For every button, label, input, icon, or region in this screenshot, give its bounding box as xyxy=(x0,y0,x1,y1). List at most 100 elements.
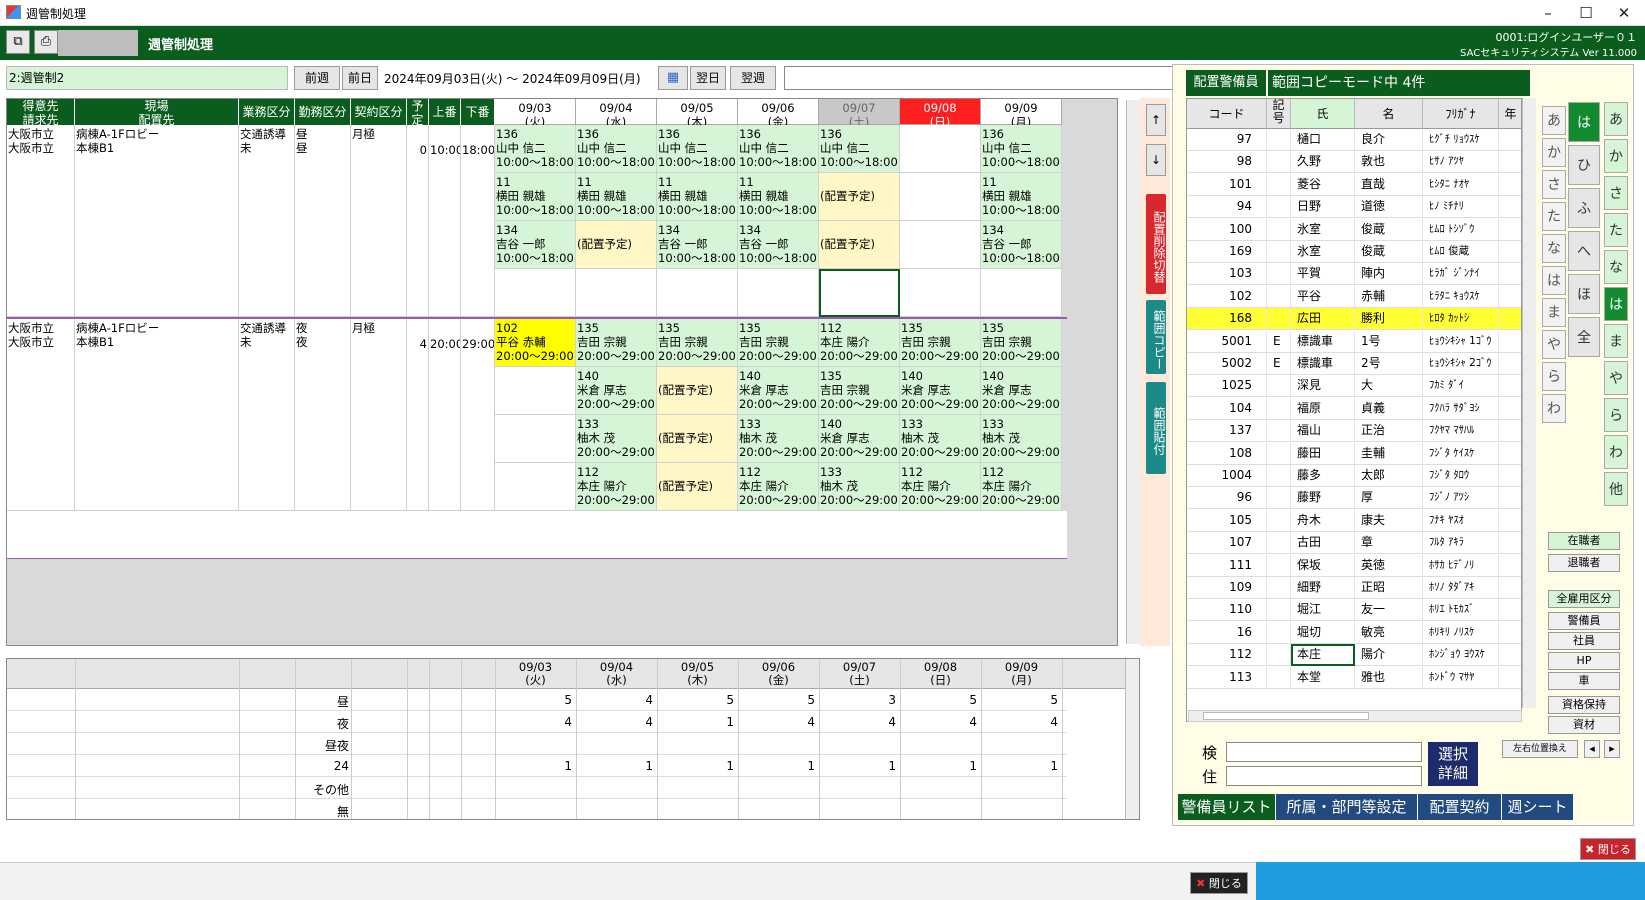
shift-cell[interactable] xyxy=(900,173,981,221)
shift-cell[interactable] xyxy=(819,269,900,317)
summary-scrollbar[interactable] xyxy=(1125,659,1139,819)
next-week-button[interactable]: 翌週 xyxy=(730,66,776,90)
kana-kana-right-0[interactable]: あ xyxy=(1604,102,1628,136)
shift-cell[interactable] xyxy=(900,125,981,173)
swap-position-button[interactable]: 左右位置換え xyxy=(1502,740,1578,758)
kana-kana-right-2[interactable]: さ xyxy=(1604,176,1628,210)
staff-row[interactable]: 137 福山 正治 ﾌｸﾔﾏ ﾏｻﾊﾙ xyxy=(1187,420,1521,443)
shift-cell[interactable] xyxy=(981,269,1062,317)
maximize-button[interactable]: ☐ xyxy=(1566,2,1606,24)
kana-kana-right-6[interactable]: ま xyxy=(1604,324,1628,358)
next-day-button[interactable]: 翌日 xyxy=(690,66,726,90)
footer-close-button[interactable]: ✖ 閉じる xyxy=(1190,872,1248,894)
staff-row[interactable]: 1025 深見大ﾌｶﾐ ﾀﾞｲ xyxy=(1187,375,1521,398)
staff-scrollbar[interactable] xyxy=(1522,98,1536,708)
staff-row[interactable]: 107 古田章ﾌﾙﾀ ｱｷﾗ xyxy=(1187,532,1521,555)
kana-kana-mid-1[interactable]: ひ xyxy=(1568,145,1600,185)
staff-row[interactable]: 5002 E 標識車 2号 ﾋｮｳｼｷｼｬ 2ｺﾞｳ xyxy=(1187,353,1521,375)
tab-affiliation-settings[interactable]: 所属・部門等設定 xyxy=(1276,794,1418,820)
shift-cell[interactable]: 136 山中 信二 10:00～18:00 xyxy=(819,125,900,173)
range-paste-button[interactable]: 範囲貼付 xyxy=(1146,382,1166,474)
shift-cell[interactable]: (配置予定) xyxy=(819,221,900,269)
staff-row[interactable]: 16 堀切 敏亮 ﾎﾘｷﾘ ﾉﾘｽｹ xyxy=(1187,621,1521,644)
staff-row[interactable]: 101 菱谷 直哉 ﾋｼﾀﾆ ﾅｵﾔ xyxy=(1187,173,1521,196)
shift-cell[interactable]: 11 横田 親雄 10:00～18:00 xyxy=(576,173,657,221)
shift-cell[interactable] xyxy=(495,367,576,415)
shift-cell[interactable]: 135 吉田 宗親 20:00～29:00 xyxy=(576,319,657,367)
select-detail-button[interactable]: 選択 詳細 xyxy=(1428,742,1478,786)
shift-cell[interactable]: 133 柚木 茂 20:00～29:00 xyxy=(819,463,900,511)
staff-row[interactable]: 110 堀江 友一 ﾎﾘｴ ﾄﾓｶｽﾞ xyxy=(1187,599,1521,622)
kana-kana-right-5[interactable]: は xyxy=(1604,287,1628,321)
shift-cell[interactable]: 140 米倉 厚志 20:00～29:00 xyxy=(981,367,1062,415)
kana-kana-small-3[interactable]: た xyxy=(1542,202,1566,231)
kana-kana-small-9[interactable]: わ xyxy=(1542,394,1566,423)
staff-row[interactable]: 96 藤野厚ﾌｼﾞﾉ ｱﾂｼ xyxy=(1187,487,1521,510)
shift-cell[interactable]: 136 山中 信二 10:00～18:00 xyxy=(495,125,576,173)
staff-row[interactable]: 102 平谷 赤輔 ﾋﾗﾀﾆ ｷｮｳｽｹ xyxy=(1187,285,1521,308)
retired-staff-button[interactable]: 退職者 xyxy=(1548,554,1620,572)
shift-cell[interactable]: 11 横田 親雄 10:00～18:00 xyxy=(981,173,1062,221)
staff-col-header[interactable]: 記 号 xyxy=(1267,99,1291,129)
shift-cell[interactable]: 134 吉谷 一郎 10:00～18:00 xyxy=(738,221,819,269)
shift-cell[interactable]: 140 米倉 厚志 20:00～29:00 xyxy=(819,415,900,463)
staff-row[interactable]: 100 氷室 俊蔵 ﾋﾑﾛ ﾄｼｿﾞｳ xyxy=(1187,218,1521,241)
shift-cell[interactable] xyxy=(495,269,576,317)
kana-kana-small-2[interactable]: さ xyxy=(1542,170,1566,199)
kana-kana-small-8[interactable]: ら xyxy=(1542,362,1566,391)
shift-cell[interactable]: (配置予定) xyxy=(576,221,657,269)
close-window-button[interactable]: ✕ xyxy=(1604,2,1644,24)
staff-row[interactable]: 112 本庄 陽介 ﾎﾝｼﾞｮｳ ﾖｳｽｹ xyxy=(1187,644,1521,667)
shift-cell[interactable]: 133 柚木 茂 20:00～29:00 xyxy=(981,415,1062,463)
staff-row[interactable]: 108 藤田 圭輔 ﾌｼﾞﾀ ｹｲｽｹ xyxy=(1187,442,1521,465)
active-staff-button[interactable]: 在職者 xyxy=(1548,532,1620,550)
shift-cell[interactable]: (配置予定) xyxy=(657,415,738,463)
all-employment-button[interactable]: 全雇用区分 xyxy=(1548,590,1620,608)
kana-kana-right-9[interactable]: わ xyxy=(1604,435,1628,469)
move-down-button[interactable]: ↓ xyxy=(1146,144,1166,176)
employee-filter-button[interactable]: 社員 xyxy=(1548,632,1620,650)
shift-cell[interactable]: (配置予定) xyxy=(657,367,738,415)
kana-kana-small-0[interactable]: あ xyxy=(1542,106,1566,135)
shift-cell[interactable]: (配置予定) xyxy=(657,463,738,511)
shift-cell[interactable]: 136 山中 信二 10:00～18:00 xyxy=(657,125,738,173)
shift-cell[interactable]: (配置予定) xyxy=(819,173,900,221)
shift-cell[interactable]: 134 吉谷 一郎 10:00～18:00 xyxy=(981,221,1062,269)
swap-left-icon[interactable]: ◂ xyxy=(1584,740,1600,758)
shift-cell[interactable]: 140 米倉 厚志 20:00～29:00 xyxy=(576,367,657,415)
print-icon[interactable]: ⎙ xyxy=(34,30,58,54)
shift-cell[interactable] xyxy=(495,463,576,511)
shift-cell[interactable]: 133 柚木 茂 20:00～29:00 xyxy=(900,415,981,463)
memo-input[interactable] xyxy=(784,66,1174,90)
shift-cell[interactable] xyxy=(900,269,981,317)
staff-row[interactable]: 105 舟木 康夫 ﾌﾅｷ ﾔｽｵ xyxy=(1187,509,1521,532)
grid-scrollbar[interactable] xyxy=(1126,100,1140,644)
qualification-button[interactable]: 資格保持 xyxy=(1548,696,1620,714)
prev-week-button[interactable]: 前週 xyxy=(294,66,340,90)
staff-col-header[interactable]: ﾌﾘｶﾞﾅ xyxy=(1423,99,1499,129)
shift-cell[interactable] xyxy=(900,221,981,269)
staff-row[interactable]: 168 広田 勝利 ﾋﾛﾀ ｶｯﾄｼ xyxy=(1187,308,1521,331)
shift-cell[interactable]: 140 米倉 厚志 20:00～29:00 xyxy=(900,367,981,415)
staff-row[interactable]: 94 日野 道徳 ﾋﾉ ﾐﾁﾅﾘ xyxy=(1187,196,1521,219)
staff-col-header[interactable]: コード xyxy=(1187,99,1267,129)
material-button[interactable]: 資材 xyxy=(1548,716,1620,734)
shift-cell[interactable]: 140 米倉 厚志 20:00～29:00 xyxy=(738,367,819,415)
staff-row[interactable]: 111 保坂 英徳 ﾎｻｶ ﾋﾃﾞﾉﾘ xyxy=(1187,554,1521,577)
staff-row[interactable]: 169 氷室 俊蔵 ﾋﾑﾛ 俊蔵 xyxy=(1187,241,1521,263)
calendar-icon[interactable]: ▦ xyxy=(658,66,688,90)
shift-cell[interactable]: 136 山中 信二 10:00～18:00 xyxy=(738,125,819,173)
kana-kana-mid-3[interactable]: へ xyxy=(1568,231,1600,271)
delete-toggle-button[interactable]: 配置削除切替 xyxy=(1146,194,1166,294)
staff-col-header[interactable]: 年 xyxy=(1499,99,1521,129)
staff-col-header[interactable]: 名 xyxy=(1355,99,1423,129)
shift-cell[interactable]: 135 吉田 宗親 20:00～29:00 xyxy=(738,319,819,367)
search-input[interactable] xyxy=(1226,742,1422,762)
shift-cell[interactable]: 11 横田 親雄 10:00～18:00 xyxy=(657,173,738,221)
guard-filter-button[interactable]: 警備員 xyxy=(1548,612,1620,630)
shift-cell[interactable]: 135 吉田 宗親 20:00～29:00 xyxy=(819,367,900,415)
shift-cell[interactable]: 112 本庄 陽介 20:00～29:00 xyxy=(576,463,657,511)
shift-cell[interactable] xyxy=(576,269,657,317)
shift-cell[interactable]: 11 横田 親雄 10:00～18:00 xyxy=(738,173,819,221)
staff-row[interactable]: 113 本堂 雅也 ﾎﾝﾄﾞｳ ﾏｻﾔ xyxy=(1187,666,1521,689)
